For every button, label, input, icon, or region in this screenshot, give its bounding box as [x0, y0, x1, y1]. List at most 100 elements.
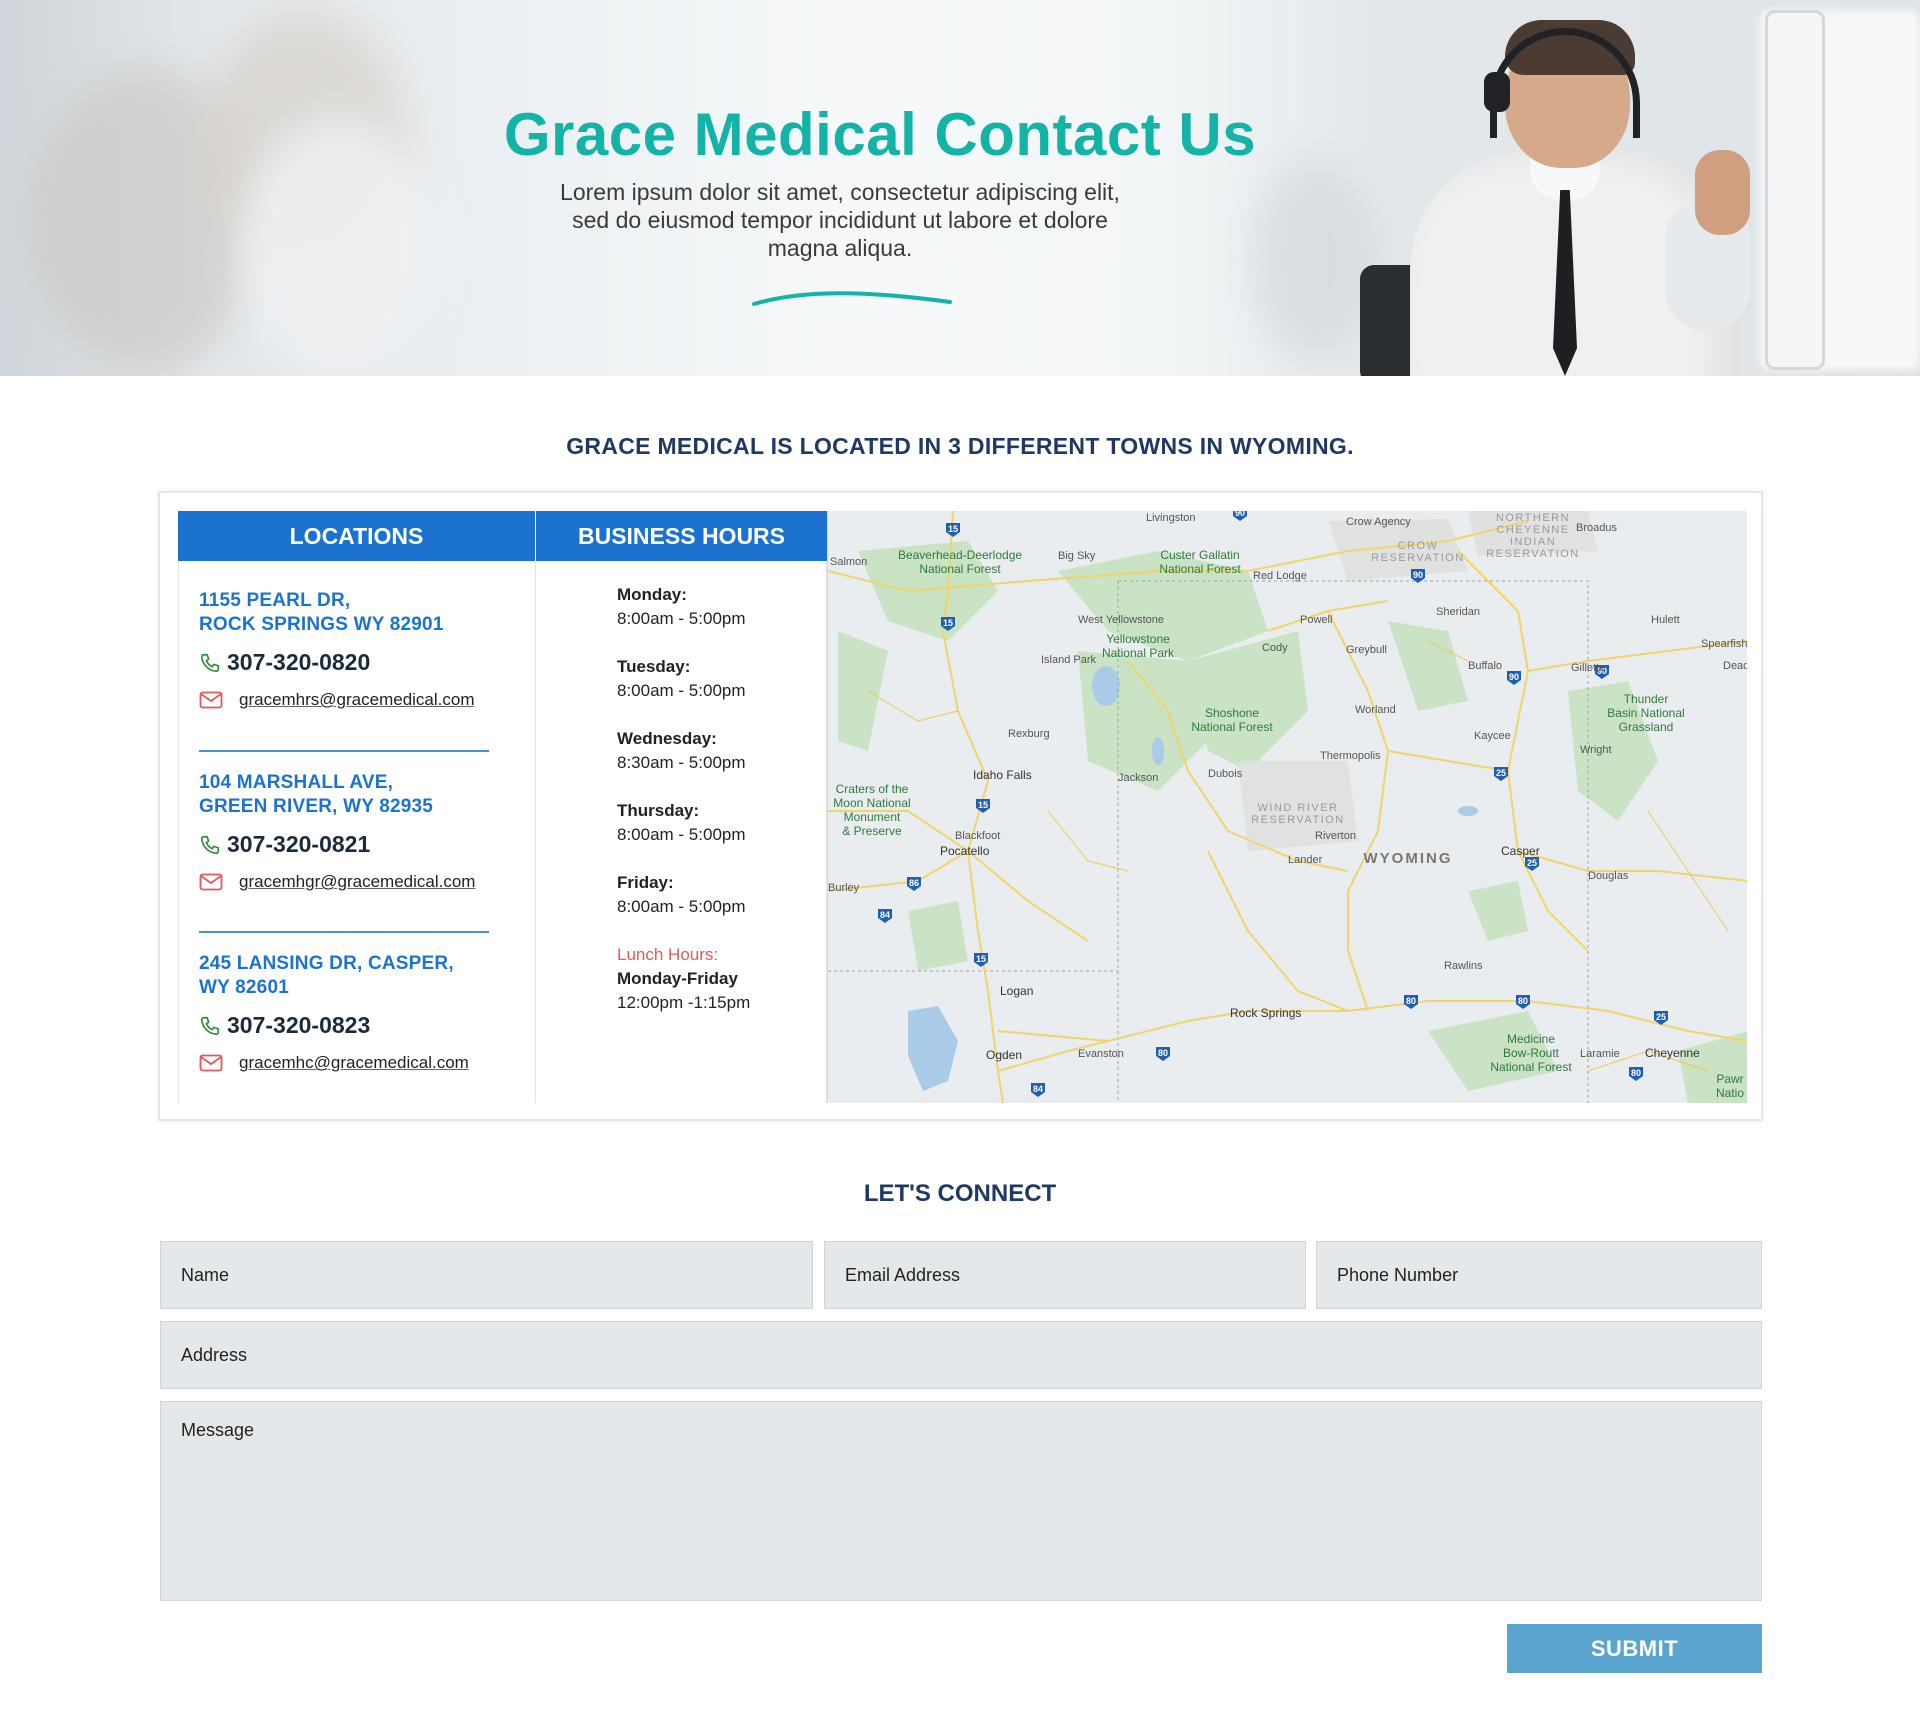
hero-title-wrap: Grace Medical Contact Us	[0, 100, 1920, 169]
hours-time: 8:00am - 5:00pm	[617, 825, 746, 844]
svg-text:Big Sky: Big Sky	[1058, 550, 1096, 562]
location-phone[interactable]: 307-320-0821	[199, 831, 519, 858]
svg-text:Idaho Falls: Idaho Falls	[973, 768, 1032, 782]
svg-text:Craters of theMoon NationalMon: Craters of the Moon National Monument & Pre…	[833, 782, 910, 838]
svg-text:25: 25	[1496, 768, 1506, 778]
svg-text:15: 15	[978, 800, 988, 810]
mail-icon	[199, 1054, 223, 1072]
lunch-hours-label: Lunch Hours:	[617, 945, 719, 964]
svg-text:90: 90	[1509, 672, 1519, 682]
svg-text:Douglas: Douglas	[1588, 870, 1629, 882]
email-link[interactable]: gracemhc@gracemedical.com	[239, 1053, 469, 1073]
email-link[interactable]: gracemhgr@gracemedical.com	[239, 872, 475, 892]
location-phone[interactable]: 307-320-0823	[199, 1012, 519, 1039]
hours-time: 8:00am - 5:00pm	[617, 609, 746, 628]
phone-placeholder: Phone Number	[1337, 1264, 1459, 1285]
svg-text:Evanston: Evanston	[1078, 1048, 1124, 1060]
svg-text:Greybull: Greybull	[1346, 644, 1387, 656]
business-hours-list: Monday: 8:00am - 5:00pm Tuesday: 8:00am …	[535, 561, 827, 1103]
locations-header: LOCATIONS	[178, 511, 535, 561]
page-title: Grace Medical Contact Us	[503, 101, 1257, 168]
svg-text:25: 25	[1656, 1012, 1666, 1022]
phone-number: 307-320-0820	[227, 649, 371, 675]
business-hours-header: BUSINESS HOURS	[536, 511, 827, 561]
location-divider	[199, 750, 489, 752]
svg-text:Casper: Casper	[1501, 844, 1540, 858]
svg-text:Powell: Powell	[1300, 614, 1332, 626]
svg-text:Red Lodge: Red Lodge	[1253, 570, 1307, 582]
wave-divider-icon	[752, 291, 952, 306]
wyoming-map[interactable]: 15 90 90 15 90 90 25 15 25 86 84 15 80 8…	[827, 511, 1747, 1103]
email-link[interactable]: gracemhrs@gracemedical.com	[239, 690, 475, 710]
svg-text:Ogden: Ogden	[986, 1048, 1022, 1062]
svg-text:Wright: Wright	[1580, 744, 1612, 756]
hours-time: 8:30am - 5:00pm	[617, 753, 746, 772]
svg-text:15: 15	[948, 524, 958, 534]
svg-text:YellowstoneNational Park: Yellowstone National Park	[1102, 632, 1175, 660]
mail-icon	[199, 873, 223, 891]
svg-text:Riverton: Riverton	[1315, 830, 1356, 842]
svg-text:Kaycee: Kaycee	[1474, 730, 1511, 742]
svg-text:Rock Springs: Rock Springs	[1230, 1006, 1301, 1020]
address-line: ROCK SPRINGS WY 82901	[199, 614, 444, 635]
svg-text:Broadus: Broadus	[1576, 522, 1617, 534]
svg-text:80: 80	[1406, 996, 1416, 1006]
phone-number: 307-320-0821	[227, 831, 371, 857]
hours-day: Tuesday:	[617, 657, 691, 676]
svg-text:15: 15	[976, 954, 986, 964]
location-address: 104 MARSHALL AVE, GREEN RIVER, WY 82935	[199, 771, 519, 819]
address-input[interactable]: Address	[160, 1321, 1762, 1389]
svg-text:Spearfish: Spearfish	[1701, 638, 1747, 650]
hours-day: Friday:	[617, 873, 674, 892]
location-card: 245 LANSING DR, CASPER, WY 82601 307-320…	[199, 952, 519, 1073]
svg-text:WYOMING: WYOMING	[1364, 850, 1453, 867]
phone-input[interactable]: Phone Number	[1316, 1241, 1762, 1309]
hero-banner: Grace Medical Contact Us Lorem ipsum dol…	[0, 0, 1920, 376]
location-email: gracemhc@gracemedical.com	[199, 1053, 519, 1073]
location-card: 1155 PEARL DR, ROCK SPRINGS WY 82901 307…	[199, 589, 519, 710]
message-textarea[interactable]: Message	[160, 1401, 1762, 1601]
location-address: 245 LANSING DR, CASPER, WY 82601	[199, 952, 519, 1000]
svg-text:Laramie: Laramie	[1580, 1048, 1620, 1060]
svg-text:Dubois: Dubois	[1208, 768, 1243, 780]
location-phone[interactable]: 307-320-0820	[199, 649, 519, 676]
address-line: 1155 PEARL DR,	[199, 590, 351, 611]
svg-text:Rawlins: Rawlins	[1444, 960, 1483, 972]
svg-text:Hulett: Hulett	[1651, 614, 1680, 626]
address-placeholder: Address	[181, 1344, 248, 1365]
svg-text:Lander: Lander	[1288, 854, 1323, 866]
svg-text:Salmon: Salmon	[830, 556, 867, 568]
svg-text:Sheridan: Sheridan	[1436, 606, 1480, 618]
location-email: gracemhgr@gracemedical.com	[199, 872, 519, 892]
address-line: 104 MARSHALL AVE,	[199, 772, 394, 793]
hours-day: Monday:	[617, 585, 687, 604]
svg-text:Cheyenne: Cheyenne	[1645, 1046, 1700, 1060]
svg-text:80: 80	[1158, 1048, 1168, 1058]
phone-icon	[200, 653, 220, 672]
location-address: 1155 PEARL DR, ROCK SPRINGS WY 82901	[199, 589, 519, 637]
name-input[interactable]: Name	[160, 1241, 813, 1309]
location-card: 104 MARSHALL AVE, GREEN RIVER, WY 82935 …	[199, 771, 519, 892]
svg-text:West Yellowstone: West Yellowstone	[1078, 614, 1164, 626]
address-line: GREEN RIVER, WY 82935	[199, 796, 434, 817]
svg-text:80: 80	[1631, 1068, 1641, 1078]
monitor-shape	[1765, 10, 1825, 370]
svg-text:90: 90	[1235, 511, 1245, 518]
svg-text:Gillette: Gillette	[1571, 662, 1605, 674]
svg-text:84: 84	[1033, 1084, 1043, 1094]
address-line: 245 LANSING DR, CASPER,	[199, 953, 454, 974]
svg-text:Blackfoot: Blackfoot	[955, 830, 1000, 842]
hours-time: 8:00am - 5:00pm	[617, 897, 746, 916]
svg-text:80: 80	[1518, 996, 1528, 1006]
submit-button[interactable]: SUBMIT	[1507, 1624, 1762, 1673]
svg-text:Island Park: Island Park	[1041, 654, 1097, 666]
svg-text:Thermopolis: Thermopolis	[1320, 750, 1381, 762]
svg-text:Jackson: Jackson	[1118, 772, 1158, 784]
locations-heading: GRACE MEDICAL IS LOCATED IN 3 DIFFERENT …	[566, 433, 1354, 459]
connect-heading: LET'S CONNECT	[863, 1180, 1057, 1207]
email-input[interactable]: Email Address	[824, 1241, 1306, 1309]
email-placeholder: Email Address	[845, 1264, 961, 1285]
svg-text:25: 25	[1527, 858, 1537, 868]
hero-subtitle: Lorem ipsum dolor sit amet, consectetur …	[560, 179, 1120, 261]
locations-panel-inner: LOCATIONS BUSINESS HOURS 1155 PEARL DR, …	[178, 511, 1747, 1103]
